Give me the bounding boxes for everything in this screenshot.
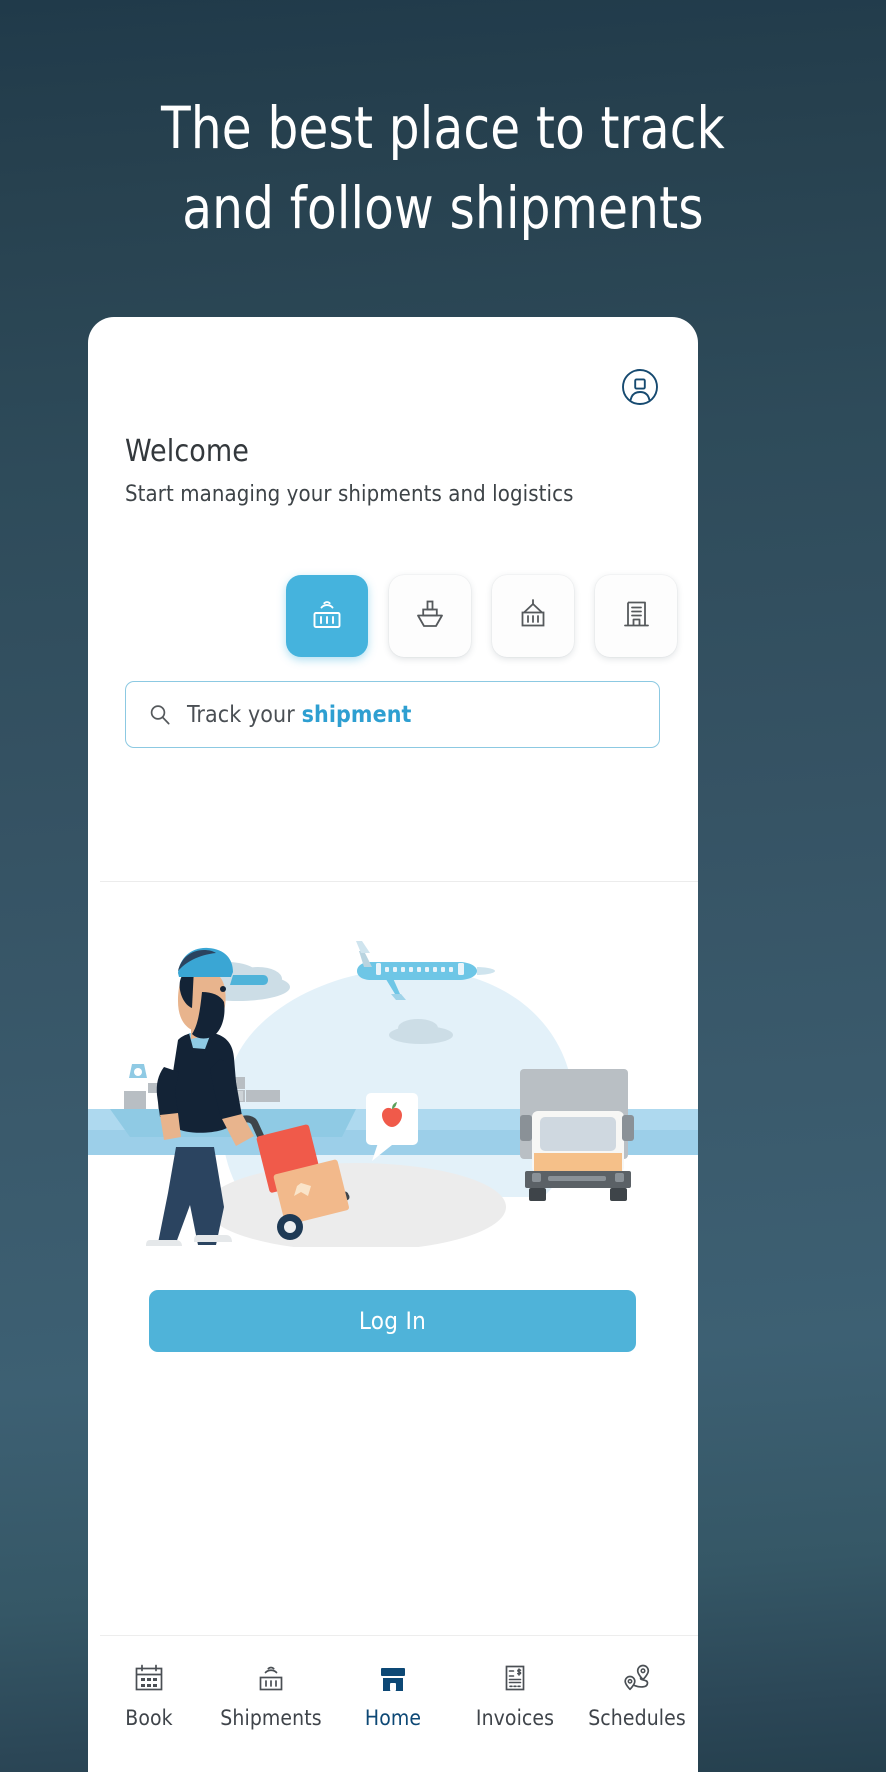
nav-label-book: Book — [125, 1706, 173, 1730]
card-top-section: Welcome Start managing your shipments an… — [88, 317, 698, 883]
category-tab-tracking[interactable] — [286, 575, 368, 657]
search-icon — [147, 702, 173, 728]
invoice-dollar-icon — [497, 1658, 533, 1696]
container-tracking-icon — [253, 1658, 289, 1696]
nav-item-shipments[interactable]: Shipments — [210, 1658, 332, 1730]
route-pins-icon — [619, 1658, 655, 1696]
search-prefix: Track your — [187, 701, 302, 728]
nav-label-invoices: Invoices — [475, 1706, 555, 1730]
calendar-icon — [131, 1658, 167, 1696]
category-tab-row — [286, 575, 677, 657]
logistics-worker-illustration — [88, 897, 698, 1247]
nav-label-schedules: Schedules — [588, 1706, 686, 1730]
hero-headline-line2: and follow shipments — [182, 174, 704, 242]
track-shipment-search-input[interactable]: Track your shipment — [125, 681, 660, 748]
account-circle-icon[interactable] — [620, 367, 660, 407]
phone-app-card: Welcome Start managing your shipments an… — [88, 317, 698, 1772]
nav-item-book[interactable]: Book — [88, 1658, 210, 1730]
nav-item-schedules[interactable]: Schedules — [576, 1658, 698, 1730]
category-tab-office[interactable] — [595, 575, 677, 657]
nav-item-invoices[interactable]: Invoices — [454, 1658, 576, 1730]
home-store-icon — [375, 1658, 411, 1696]
search-keyword: shipment — [301, 701, 412, 728]
office-building-icon — [616, 594, 656, 638]
nav-label-shipments: Shipments — [220, 1706, 322, 1730]
login-button[interactable]: Log In — [149, 1290, 636, 1352]
category-tab-ocean[interactable] — [389, 575, 471, 657]
ship-icon — [410, 594, 450, 638]
hero-headline: The best place to track and follow shipm… — [31, 88, 855, 248]
nav-item-home[interactable]: Home — [332, 1658, 454, 1730]
search-placeholder-text: Track your shipment — [187, 702, 412, 728]
container-tracking-icon — [307, 594, 347, 638]
bottom-navigation-bar: Book Shipments Home Invoices Schedules — [88, 1636, 698, 1772]
category-tab-container[interactable] — [492, 575, 574, 657]
card-section-divider — [100, 881, 698, 882]
welcome-title: Welcome — [125, 434, 249, 469]
welcome-subtitle: Start managing your shipments and logist… — [125, 482, 574, 507]
hero-headline-line1: The best place to track — [161, 94, 725, 162]
hanging-container-icon — [513, 594, 553, 638]
nav-label-home: Home — [364, 1706, 422, 1730]
